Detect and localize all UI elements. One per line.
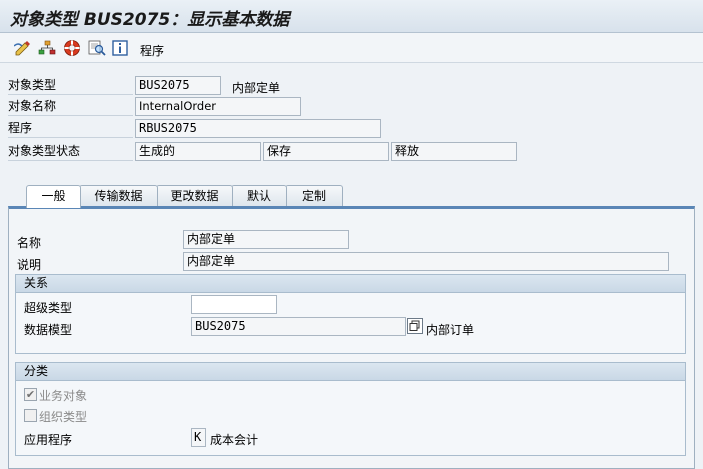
tab-default[interactable]: 默认 — [231, 185, 287, 207]
classification-group: 分类 — [15, 362, 686, 456]
name-field[interactable]: 内部定单 — [183, 230, 349, 249]
tab-customizing[interactable]: 定制 — [285, 185, 343, 207]
value-help-icon[interactable] — [407, 318, 423, 334]
program-label: 程序 — [8, 119, 133, 138]
relations-group-title: 关系 — [16, 275, 685, 293]
program-field[interactable]: RBUS2075 — [135, 119, 381, 138]
application-toolbar: 程序 — [0, 33, 703, 63]
object-type-status-label: 对象类型状态 — [8, 142, 133, 161]
tab-transport-data[interactable]: 传输数据 — [79, 185, 158, 207]
object-type-description: 内部定单 — [232, 81, 281, 95]
organization-type-label: 组织类型 — [39, 410, 88, 424]
application-field[interactable]: K — [191, 428, 206, 447]
description-label: 说明 — [17, 258, 42, 272]
business-object-label: 业务对象 — [39, 389, 88, 403]
hierarchy-icon[interactable] — [38, 39, 56, 57]
info-icon[interactable] — [111, 39, 129, 57]
description-field[interactable]: 内部定单 — [183, 252, 669, 271]
object-type-label: 对象类型 — [8, 76, 133, 95]
application-description: 成本会计 — [210, 433, 259, 447]
data-model-label: 数据模型 — [24, 323, 73, 337]
program-button[interactable]: 程序 — [140, 42, 164, 59]
organization-type-checkbox[interactable] — [24, 409, 37, 422]
object-type-field[interactable]: BUS2075 — [135, 76, 221, 95]
classification-group-title: 分类 — [16, 363, 685, 381]
tab-change-data[interactable]: 更改数据 — [156, 185, 233, 207]
status-generated-field[interactable]: 生成的 — [135, 142, 261, 161]
object-name-label: 对象名称 — [8, 97, 133, 116]
object-name-field[interactable]: InternalOrder — [135, 97, 301, 116]
lifesaver-icon[interactable] — [63, 39, 81, 57]
status-saved-field[interactable]: 保存 — [263, 142, 389, 161]
data-model-description: 内部订单 — [426, 323, 475, 337]
business-object-checkbox[interactable]: ✔ — [24, 388, 37, 401]
status-released-field[interactable]: 释放 — [391, 142, 517, 161]
data-model-field[interactable]: BUS2075 — [191, 317, 406, 336]
relations-group: 关系 — [15, 274, 686, 354]
application-label: 应用程序 — [24, 433, 73, 447]
search-magnifier-icon[interactable] — [88, 39, 106, 57]
supertype-field[interactable] — [191, 295, 277, 314]
window-title: 对象类型 BUS2075：显示基本数据 — [10, 10, 290, 30]
supertype-label: 超级类型 — [24, 301, 73, 315]
title-bar: 对象类型 BUS2075：显示基本数据 — [0, 0, 703, 33]
name-label: 名称 — [17, 236, 42, 250]
edit-pencil-icon[interactable] — [14, 39, 32, 57]
tab-general[interactable]: 一般 — [26, 185, 81, 208]
